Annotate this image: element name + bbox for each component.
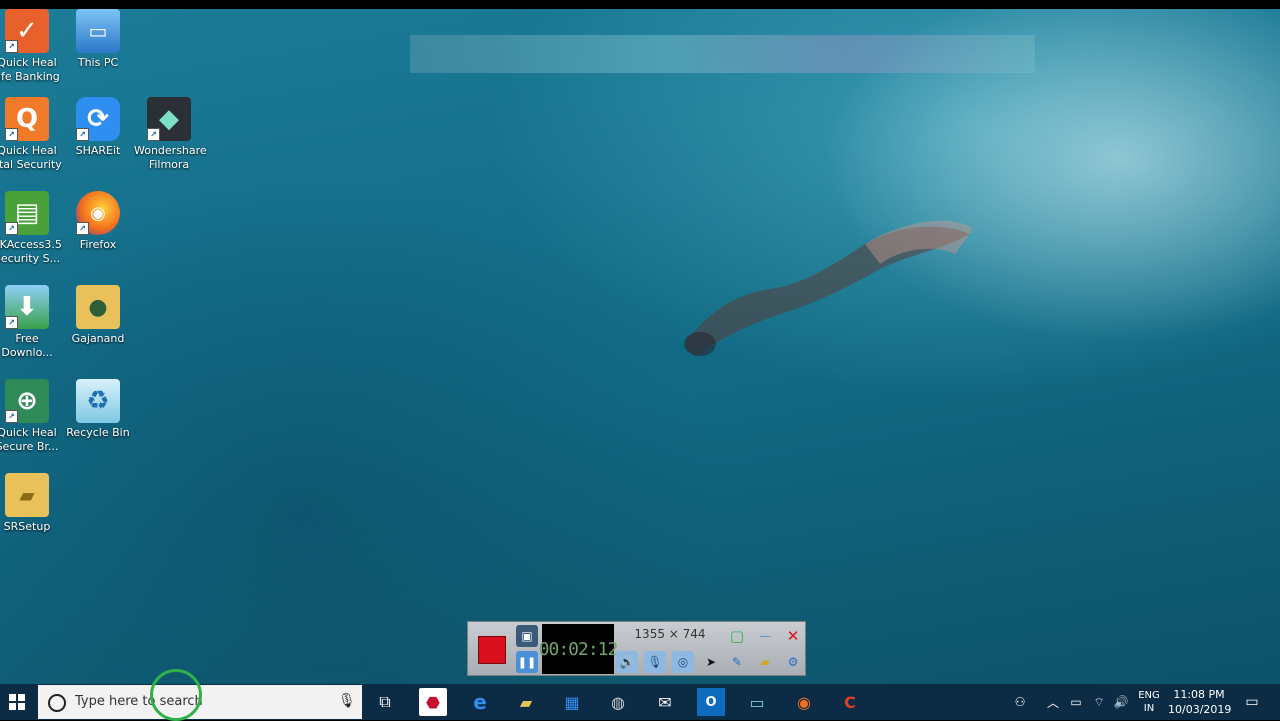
diver-silhouette — [684, 220, 973, 356]
icon-label: SHAREit — [75, 144, 121, 157]
download-manager-icon: ⬇ ↗ — [5, 285, 49, 329]
mouse-click-indicator — [150, 669, 202, 721]
speaker-icon[interactable]: 🔊 — [616, 651, 638, 673]
pdf-icon[interactable]: ⬣ — [419, 688, 447, 716]
task-view-icon[interactable]: ⧉ — [371, 688, 399, 716]
user-folder-icon: ● — [76, 285, 120, 329]
desktop-icon-firefox[interactable]: ◉ ↗ Firefox — [63, 191, 133, 252]
desktop-wallpaper: ✓ ↗ Quick Heal afe Banking ▭ This PC Q ↗ Qu… — [0, 9, 1280, 684]
icon-label: Wondershare Filmora — [134, 144, 207, 171]
zip-folder-icon: ▰ — [5, 473, 49, 517]
shareit-icon: ⟳ ↗ — [76, 97, 120, 141]
desktop-icon-quick-heal-total-security[interactable]: Q↗ Quick Healotal Security — [0, 97, 62, 172]
desktop-icon-free-download-manager[interactable]: ⬇ ↗ Free Downlo... — [0, 285, 62, 360]
microphone-icon[interactable]: 🎙 — [338, 693, 356, 709]
clock-time: 11:08 PM — [1173, 688, 1225, 701]
pen-icon[interactable]: ✎ — [726, 651, 748, 673]
quick-heal-safe-banking-icon: ✓ ↗ — [5, 9, 49, 53]
windows-logo-icon — [8, 694, 25, 710]
people-icon[interactable]: ⚇ — [1010, 684, 1030, 720]
firefox-icon: ◉ ↗ — [76, 191, 120, 235]
icon-label: ZKAccess3.5Security S... — [0, 238, 62, 265]
notification-icon[interactable]: ▭ — [1240, 684, 1264, 720]
desktop-icon-quick-heal-safe-banking[interactable]: ✓ ↗ Quick Heal afe Banking — [0, 9, 62, 84]
desktop-icon-wondershare-filmora[interactable]: ◆ ↗ Wondershare Filmora — [134, 97, 207, 172]
desktop-icon-shareit[interactable]: ⟳ ↗ SHAREit — [63, 97, 133, 158]
cursor-icon[interactable]: ➤ — [700, 651, 722, 673]
mail-icon[interactable]: ✉ — [651, 688, 679, 716]
outlook-icon[interactable]: O — [697, 688, 725, 716]
desktop-icon-recycle-bin[interactable]: ♻ Recycle Bin — [63, 379, 133, 440]
icon-label: This PC — [77, 56, 119, 69]
computer-icon: ▭ — [76, 9, 120, 53]
webcam-icon[interactable]: ◎ — [672, 651, 694, 673]
top-black-bar — [0, 0, 1280, 9]
filmora-icon: ◆ ↗ — [147, 97, 191, 141]
system-clock[interactable]: 11:08 PM 10/03/2019 — [1168, 687, 1232, 717]
clock-date: 10/03/2019 — [1168, 703, 1232, 716]
settings-gear-icon[interactable]: ⚙ — [782, 651, 804, 673]
language-indicator[interactable]: ENG IN — [1134, 684, 1164, 720]
folder-icon[interactable]: ▰ — [754, 651, 776, 673]
icon-label: Quick Healotal Security — [0, 144, 62, 171]
wifi-icon[interactable]: ⌔ — [1090, 684, 1108, 720]
media-icon[interactable]: ◍ — [604, 688, 632, 716]
microphone-icon[interactable]: 🎙 — [644, 651, 666, 673]
close-icon[interactable]: ✕ — [782, 625, 804, 647]
desktop-icon-srsetup[interactable]: ▰ SRSetup — [0, 473, 62, 534]
battery-icon[interactable]: ▭ — [1067, 684, 1085, 720]
cortana-icon — [48, 694, 66, 712]
volume-icon[interactable]: 🔊 — [1112, 684, 1130, 720]
region-icon[interactable]: ▢ — [726, 625, 748, 647]
pause-icon[interactable]: ❚❚ — [516, 651, 538, 673]
firefox-icon[interactable]: ◉ — [790, 688, 818, 716]
screen-recorder-toolbar: ▣ ❚❚ 00:02:12 1355 × 744 ▢ — ✕ 🔊 🎙 ◎ ➤ ✎… — [467, 621, 806, 676]
icon-label: Recycle Bin — [66, 426, 130, 439]
icon-label: Firefox — [79, 238, 117, 251]
icon-label: Quick Heal Secure Br... — [0, 426, 59, 453]
desktop-icon-this-pc[interactable]: ▭ This PC — [63, 9, 133, 70]
store-icon[interactable]: ▦ — [558, 688, 586, 716]
icon-label: SRSetup — [3, 520, 51, 533]
ccleaner-icon[interactable]: C — [836, 688, 864, 716]
icon-label: Quick Heal afe Banking — [0, 56, 60, 83]
quick-heal-icon: Q ↗ — [5, 97, 49, 141]
stop-record-button[interactable] — [478, 636, 506, 664]
chevron-up-icon[interactable]: ︿ — [1044, 684, 1062, 720]
zkaccess-icon: ▤ ↗ — [5, 191, 49, 235]
desktop-icon-quick-heal-secure-browser[interactable]: ⊕ ↗ Quick Heal Secure Br... — [0, 379, 62, 454]
desktop-icon-zkaccess[interactable]: ▤↗ ZKAccess3.5Security S... — [0, 191, 62, 266]
capture-dimensions: 1355 × 744 — [634, 627, 706, 641]
edge-icon[interactable]: e — [466, 688, 494, 716]
recycle-bin-icon: ♻ — [76, 379, 120, 423]
remote-desktop-icon[interactable]: ▭ — [743, 688, 771, 716]
icon-label: Free Downlo... — [1, 332, 53, 359]
minimize-icon[interactable]: — — [754, 625, 776, 647]
icon-label: Gajanand — [71, 332, 125, 345]
start-button[interactable] — [0, 684, 33, 720]
secure-browser-icon: ⊕ ↗ — [5, 379, 49, 423]
file-explorer-icon[interactable]: ▰ — [512, 688, 540, 716]
recording-timer: 00:02:12 — [539, 624, 618, 674]
camera-icon[interactable]: ▣ — [516, 625, 538, 647]
desktop-icon-gajanand[interactable]: ● Gajanand — [63, 285, 133, 346]
blurred-toolbar-strip — [410, 35, 1035, 73]
